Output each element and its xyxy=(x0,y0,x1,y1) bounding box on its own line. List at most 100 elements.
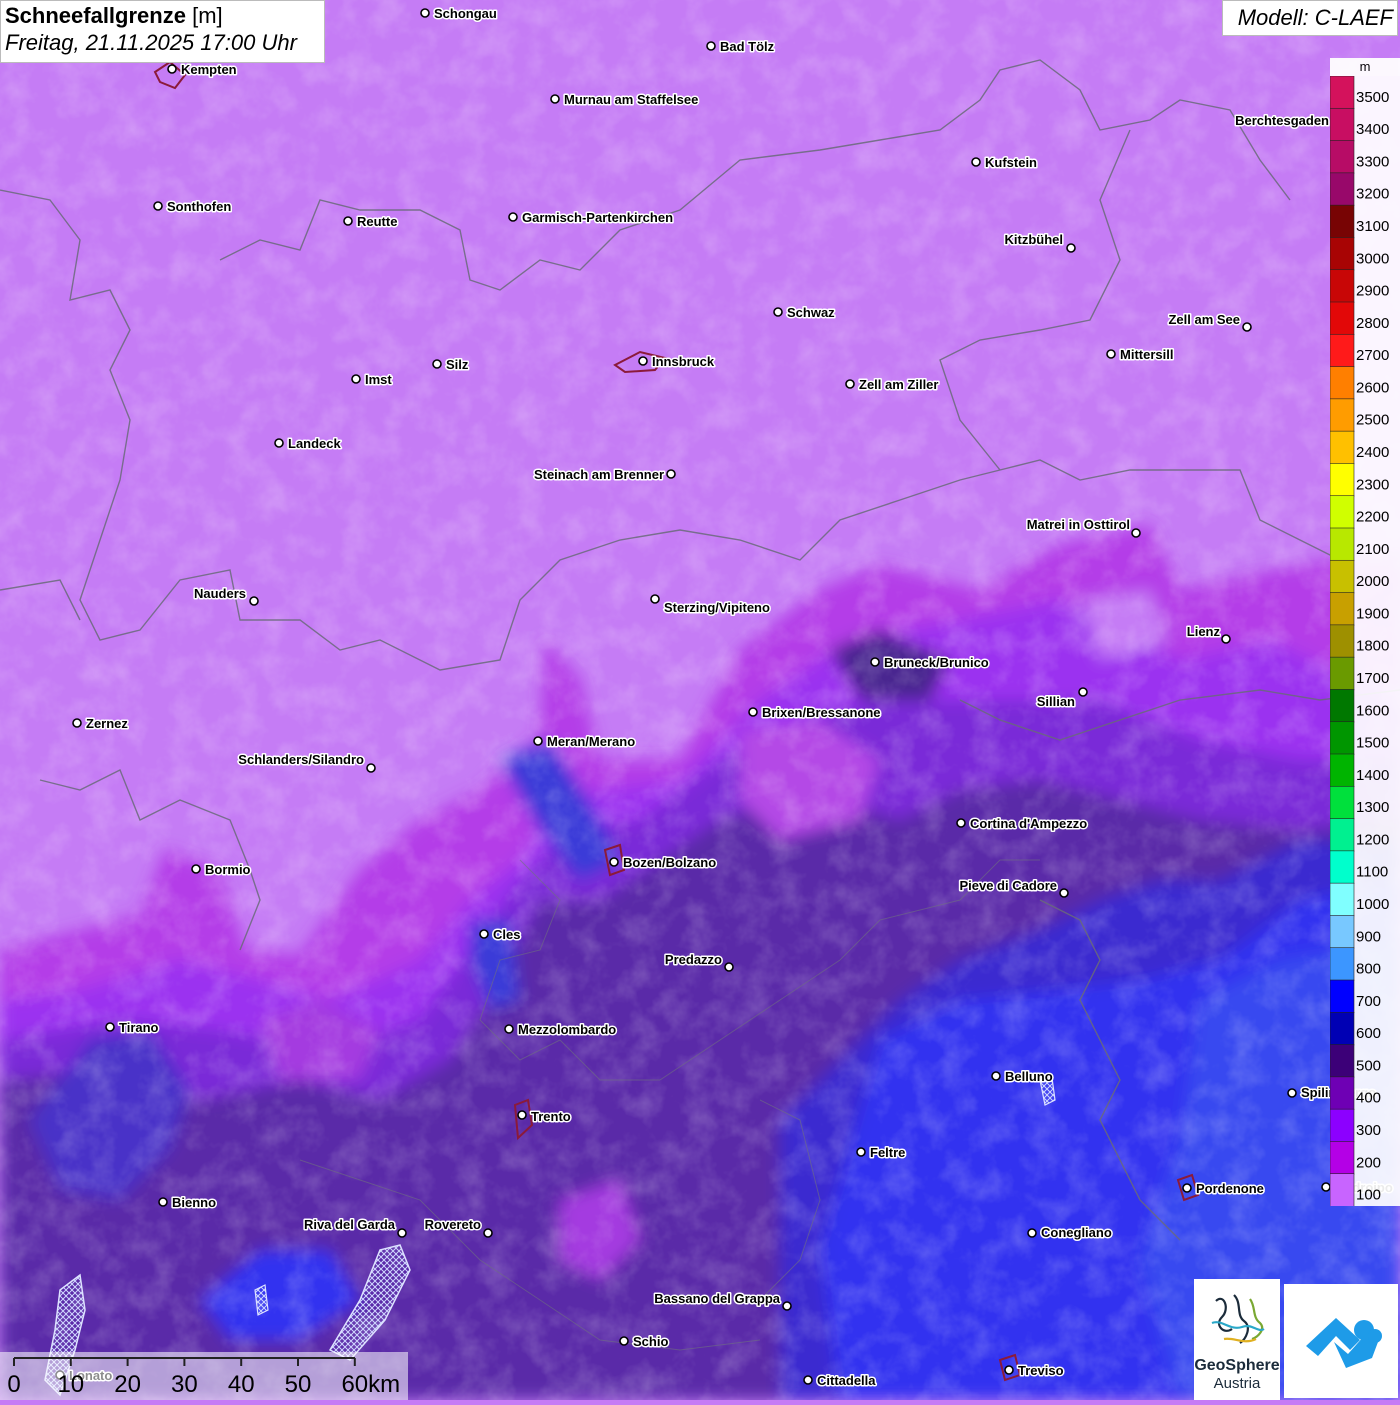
legend-label: 2200 xyxy=(1356,509,1389,526)
city-label: Matrei in Osttirol xyxy=(1027,517,1130,532)
city-marker-icon xyxy=(782,1301,792,1311)
legend-swatch xyxy=(1329,850,1355,884)
city-label: Bozen/Bolzano xyxy=(623,855,716,870)
city-marker-icon xyxy=(845,379,855,389)
map-title: Schneefallgrenze [m] xyxy=(5,3,320,29)
city-marker-icon xyxy=(1059,888,1069,898)
city-label: Innsbruck xyxy=(652,354,715,369)
city-marker-icon xyxy=(748,707,758,717)
forecast-datetime: Freitag, 21.11.2025 17:00 Uhr xyxy=(5,30,297,55)
snowfall-map: Schongau Bad Tölz Kempten Murnau am Staffel… xyxy=(0,0,1400,1400)
legend-swatch xyxy=(1329,947,1355,981)
city-garmisch-partenkirchen: Garmisch-Partenkirchen xyxy=(508,209,675,227)
legend-label: 3200 xyxy=(1356,186,1389,203)
city-label: Sillian xyxy=(1037,694,1075,709)
city-marker-icon xyxy=(724,962,734,972)
city-marker-icon xyxy=(351,374,361,384)
legend-label: 2300 xyxy=(1356,476,1389,493)
legend-swatch xyxy=(1329,656,1355,691)
city-marker-icon xyxy=(956,818,966,828)
title-unit: [m] xyxy=(192,3,223,28)
legend-label: 500 xyxy=(1356,1057,1381,1074)
legend-swatch xyxy=(1329,559,1355,594)
city-marker-icon xyxy=(706,41,716,51)
scale-label: 30 xyxy=(171,1371,198,1398)
geosphere-logo: GeoSphere Austria xyxy=(1194,1279,1280,1400)
city-label: Nauders xyxy=(194,586,246,601)
scale-label: 0 xyxy=(7,1371,20,1398)
city-marker-icon xyxy=(72,718,82,728)
legend-label: 2600 xyxy=(1356,379,1389,396)
legend-label: 1800 xyxy=(1356,638,1389,655)
city-marker-icon xyxy=(550,94,560,104)
city-marker-icon xyxy=(1027,1228,1037,1238)
city-label: Treviso xyxy=(1018,1363,1064,1378)
city-marker-icon xyxy=(666,469,676,479)
legend-swatch xyxy=(1329,785,1355,820)
legend-label: 2900 xyxy=(1356,283,1389,300)
city-label: Murnau am Staffelsee xyxy=(564,92,698,107)
legend-swatch xyxy=(1329,818,1355,852)
scale-label: 60km xyxy=(341,1371,400,1398)
legend-label: 1900 xyxy=(1356,605,1389,622)
city-label: Mezzolombardo xyxy=(518,1022,616,1037)
geosphere-logo-name: GeoSphere xyxy=(1194,1357,1280,1374)
city-label: Bienno xyxy=(172,1195,216,1210)
color-legend: 3500 3400 3300 3200 3100 3000 2900 2800 2700 2600… xyxy=(1329,75,1400,1207)
city-marker-icon xyxy=(366,763,376,773)
city-label: Garmisch-Partenkirchen xyxy=(522,210,673,225)
scale-label: 40 xyxy=(228,1371,255,1398)
legend-scale: 3500 3400 3300 3200 3100 3000 2900 2800 2700 2600… xyxy=(1329,75,1389,1207)
city-label: Bruneck/Brunico xyxy=(884,655,989,670)
legend-swatch xyxy=(1329,915,1355,949)
legend-label: 2000 xyxy=(1356,573,1389,590)
city-label: Pordenone xyxy=(1196,1181,1264,1196)
city-label: Cortina d'Ampezzo xyxy=(970,816,1087,831)
legend-swatch xyxy=(1329,721,1355,755)
city-bozen-bolzano: Bozen/Bolzano xyxy=(609,854,718,872)
city-label: Rovereto xyxy=(425,1217,481,1232)
city-marker-icon xyxy=(619,1336,629,1346)
title-panel: Schneefallgrenze [m] Freitag, 21.11.2025… xyxy=(0,0,325,63)
legend-label: 3100 xyxy=(1356,218,1389,235)
legend-swatch xyxy=(1329,172,1355,206)
city-label: Bad Tölz xyxy=(720,39,775,54)
legend-swatch xyxy=(1329,882,1355,917)
legend-label: 1400 xyxy=(1356,767,1389,784)
city-label: Belluno xyxy=(1005,1069,1053,1084)
city-marker-icon xyxy=(432,359,442,369)
city-zell-am-ziller: Zell am Ziller xyxy=(845,376,940,394)
legend-swatch xyxy=(1329,592,1355,626)
legend-label: 1500 xyxy=(1356,735,1389,752)
city-label: Pieve di Cadore xyxy=(959,878,1057,893)
legend-swatch xyxy=(1329,463,1355,497)
city-mezzolombardo: Mezzolombardo xyxy=(504,1021,618,1039)
legend-label: 2700 xyxy=(1356,347,1389,364)
city-label: Cittadella xyxy=(817,1373,876,1388)
city-label: Kufstein xyxy=(985,155,1037,170)
legend-swatch xyxy=(1329,1173,1355,1207)
city-marker-icon xyxy=(483,1228,493,1238)
legend-label: 1300 xyxy=(1356,799,1389,816)
city-label: Conegliano xyxy=(1041,1225,1112,1240)
city-label: Lienz xyxy=(1187,624,1221,639)
legend-swatch xyxy=(1329,1141,1355,1175)
city-marker-icon xyxy=(1004,1365,1014,1375)
legend-swatch xyxy=(1329,624,1355,658)
city-label: Reutte xyxy=(357,214,397,229)
legend-swatch xyxy=(1329,1011,1355,1046)
legend-label: 3500 xyxy=(1356,89,1389,106)
city-steinach-am-brenner: Steinach am Brenner xyxy=(532,466,676,484)
city-brixen-bressanone: Brixen/Bressanone xyxy=(748,704,882,722)
legend-label: 2500 xyxy=(1356,412,1389,429)
legend-swatch xyxy=(1329,1108,1355,1143)
legend-swatch xyxy=(1329,333,1355,368)
legend-label: 400 xyxy=(1356,1090,1381,1107)
legend-label: 200 xyxy=(1356,1154,1381,1171)
legend-label: 3300 xyxy=(1356,153,1389,170)
city-berchtesgaden: Berchtesgaden xyxy=(1234,112,1345,130)
city-marker-icon xyxy=(1131,528,1141,538)
city-label: Tirano xyxy=(119,1020,159,1035)
geosphere-emblem-icon xyxy=(1211,1294,1265,1344)
legend-label: 1000 xyxy=(1356,896,1389,913)
